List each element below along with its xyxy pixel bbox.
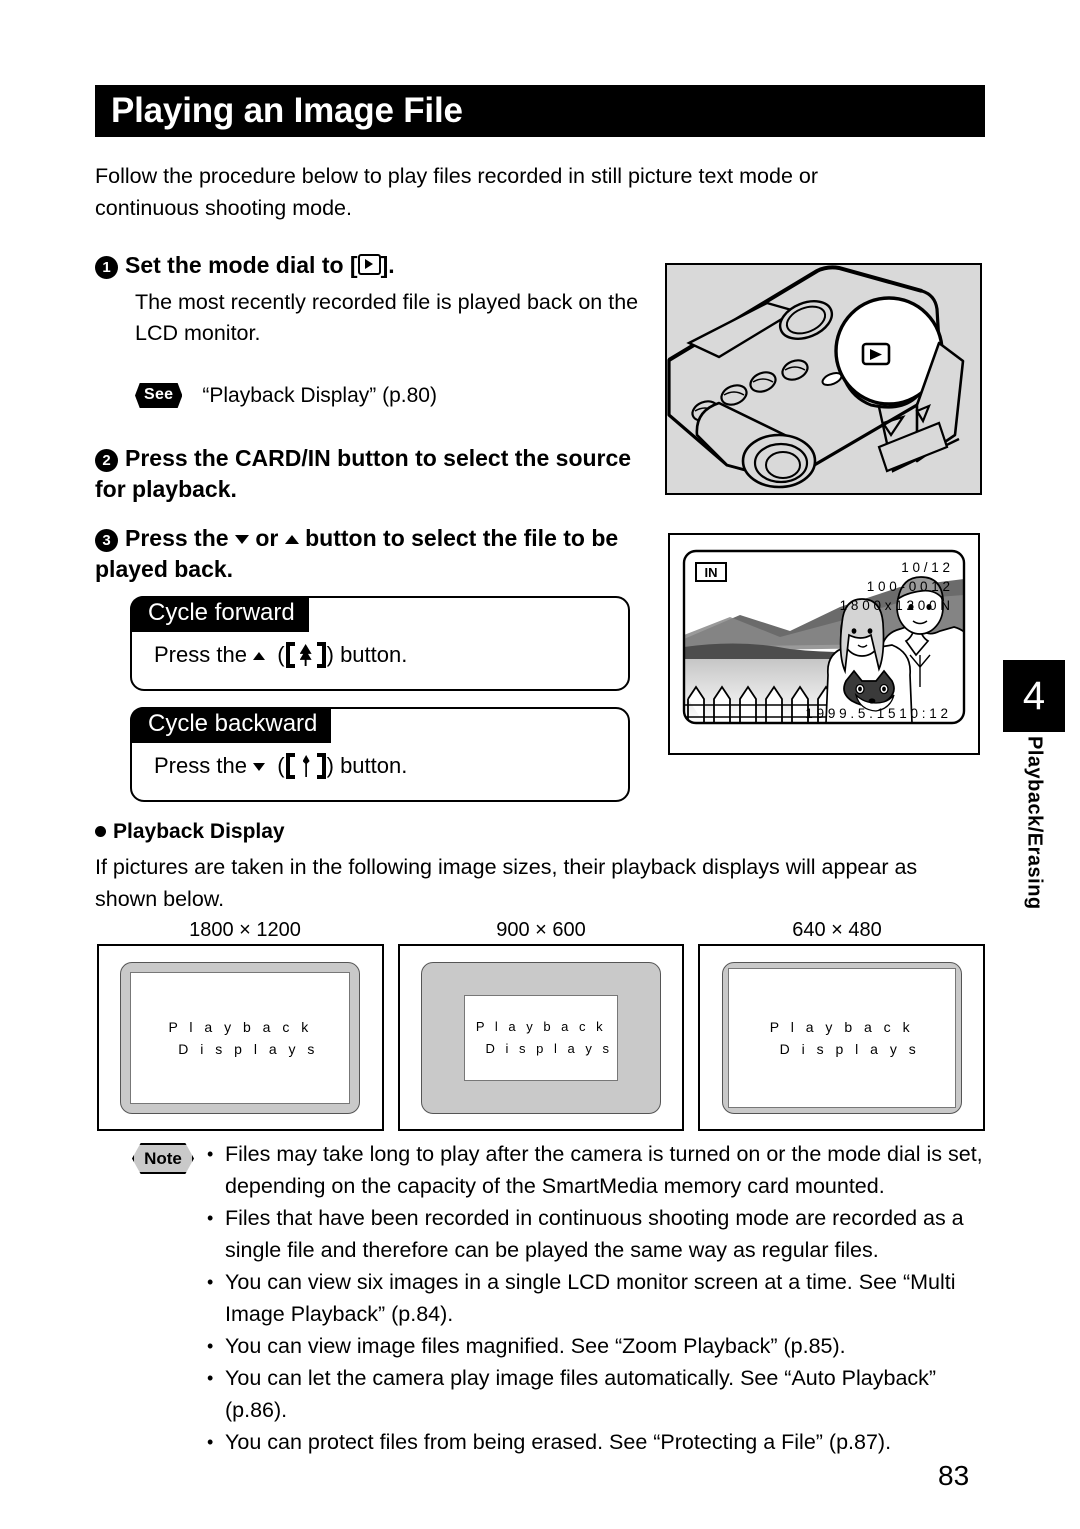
playback-text-line-2: D i s p l a y s — [779, 1040, 920, 1057]
cycle-backward-box: Cycle backward Press the ( ) button. — [130, 707, 630, 802]
page-title-banner: Playing an Image File — [95, 85, 985, 137]
playback-text-line-1: P l a y b a c k — [475, 1018, 607, 1034]
cycle-backward-text-a: Press the — [154, 753, 247, 778]
note-item: You can view image files magnified. See … — [207, 1330, 997, 1362]
bullet-icon — [95, 826, 106, 837]
lcd-playback-screen-illustration: IN 1 0 / 1 2 1 0 0 - 0 0 1 2 1 8 0 0 x 1… — [668, 533, 980, 755]
playback-display-heading: Playback Display — [95, 820, 285, 844]
page-number: 83 — [938, 1460, 970, 1491]
cycle-forward-text-a: Press the — [154, 642, 247, 667]
step-3-number: 3 — [95, 529, 118, 552]
step-1-heading-text-after: ]. — [380, 252, 395, 278]
camera-illustration-svg — [667, 265, 980, 493]
playback-display-box-640x480: P l a y b a c k D i s p l a y s — [698, 944, 986, 1131]
note-item: You can protect files from being erased.… — [207, 1426, 997, 1458]
playback-text-line-2: D i s p l a y s — [485, 1040, 613, 1056]
lcd-screen-area: P l a y b a c k D i s p l a y s — [130, 971, 351, 1104]
cycle-forward-body: Press the ( ) button. — [154, 642, 407, 668]
playback-display-description: If pictures are taken in the following i… — [95, 855, 918, 911]
down-arrow-icon — [234, 535, 249, 544]
note-item: Files that have been recorded in continu… — [207, 1202, 997, 1266]
step-1-heading-text-before: Set the mode dial to [ — [125, 252, 358, 278]
lcd-screen-area: P l a y b a c k D i s p l a y s — [727, 967, 956, 1108]
step-1-number: 1 — [95, 256, 118, 279]
image-size-label-3: 640 × 480 — [792, 919, 882, 941]
lcd-screen-bezel: P l a y b a c k D i s p l a y s — [421, 961, 661, 1114]
camera-top-mode-dial-illustration — [665, 263, 982, 495]
playback-display-boxes: P l a y b a c k D i s p l a y s P l a y … — [97, 944, 986, 1131]
see-reference-text: “Playback Display” (p.80) — [202, 383, 437, 407]
playback-text-line-1: P l a y b a c k — [168, 1018, 313, 1035]
image-size-labels: 1800 × 1200 900 × 600 640 × 480 — [97, 919, 985, 942]
bracket-tree-button-icon — [285, 642, 326, 668]
note-item: You can let the camera play image files … — [207, 1362, 997, 1426]
cycle-backward-body: Press the ( ) button. — [154, 753, 407, 779]
up-arrow-icon — [253, 652, 266, 660]
image-size-label-1: 1800 × 1200 — [189, 919, 301, 941]
image-size-label-2: 900 × 600 — [496, 919, 586, 941]
lcd-image-size: 1 8 0 0 x 1 2 0 0 N — [840, 598, 950, 613]
lcd-frame-counter: 1 0 / 1 2 — [901, 560, 950, 575]
note-item: Files may take long to play after the ca… — [207, 1138, 997, 1202]
step-3-heading: 3 Press the or button to select the file … — [95, 523, 670, 585]
cycle-forward-text-c: ) button. — [326, 642, 408, 667]
cycle-forward-paren-open: ( — [277, 642, 285, 667]
chapter-tab-label-wrap: Playback/Erasing — [1003, 736, 1065, 966]
step-3-heading-text-a: Press the — [125, 525, 229, 551]
chapter-tab-label: Playback/Erasing — [1023, 736, 1046, 910]
intro-paragraph: Follow the procedure below to play files… — [95, 164, 818, 220]
step-2-heading-text: Press the CARD/IN button to select the s… — [95, 445, 632, 502]
lcd-screen-bezel: P l a y b a c k D i s p l a y s — [120, 961, 361, 1114]
see-badge: See — [135, 383, 183, 408]
playback-display-box-900x600: P l a y b a c k D i s p l a y s — [397, 944, 685, 1131]
step-2-number: 2 — [95, 449, 118, 472]
chapter-tab-number: 4 — [1003, 660, 1065, 732]
see-reference-row: See “Playback Display” (p.80) — [135, 383, 437, 408]
cycle-forward-box: Cycle forward Press the ( ) button. — [130, 596, 630, 691]
note-list: Files may take long to play after the ca… — [207, 1138, 997, 1458]
step-1-body: The most recently recorded file is playe… — [135, 290, 639, 345]
playback-text-line-1: P l a y b a c k — [769, 1018, 914, 1035]
playback-display-heading-text: Playback Display — [113, 820, 285, 843]
lcd-source-badge: IN — [705, 565, 718, 580]
lcd-datestamp: 1 9 9 9 . 5 . 1 5 1 0 : 1 2 — [805, 706, 948, 721]
note-item: You can view six images in a single LCD … — [207, 1266, 997, 1330]
playback-mode-icon — [357, 254, 381, 275]
step-1-heading: 1 Set the mode dial to []. — [95, 250, 655, 281]
page-title: Playing an Image File — [111, 91, 463, 130]
note-badge: Note — [132, 1143, 194, 1174]
lcd-screen-bezel: P l a y b a c k D i s p l a y s — [721, 961, 962, 1114]
lcd-file-number: 1 0 0 - 0 0 1 2 — [867, 579, 950, 594]
cycle-forward-title: Cycle forward — [130, 596, 309, 632]
playback-text-line-2: D i s p l a y s — [178, 1040, 319, 1057]
cycle-backward-title: Cycle backward — [130, 707, 332, 743]
step-2-heading: 2 Press the CARD/IN button to select the … — [95, 443, 665, 505]
lcd-illustration-svg: IN 1 0 / 1 2 1 0 0 - 0 0 1 2 1 8 0 0 x 1… — [670, 535, 978, 753]
down-arrow-icon — [253, 763, 266, 771]
cycle-backward-paren-open: ( — [277, 753, 285, 778]
lcd-screen-area: P l a y b a c k D i s p l a y s — [464, 994, 618, 1081]
step-3-heading-text-b: or — [255, 525, 279, 551]
playback-display-box-1800x1200: P l a y b a c k D i s p l a y s — [97, 944, 384, 1131]
bracket-person-button-icon — [285, 753, 326, 779]
cycle-backward-text-c: ) button. — [326, 753, 408, 778]
up-arrow-icon — [284, 535, 299, 544]
